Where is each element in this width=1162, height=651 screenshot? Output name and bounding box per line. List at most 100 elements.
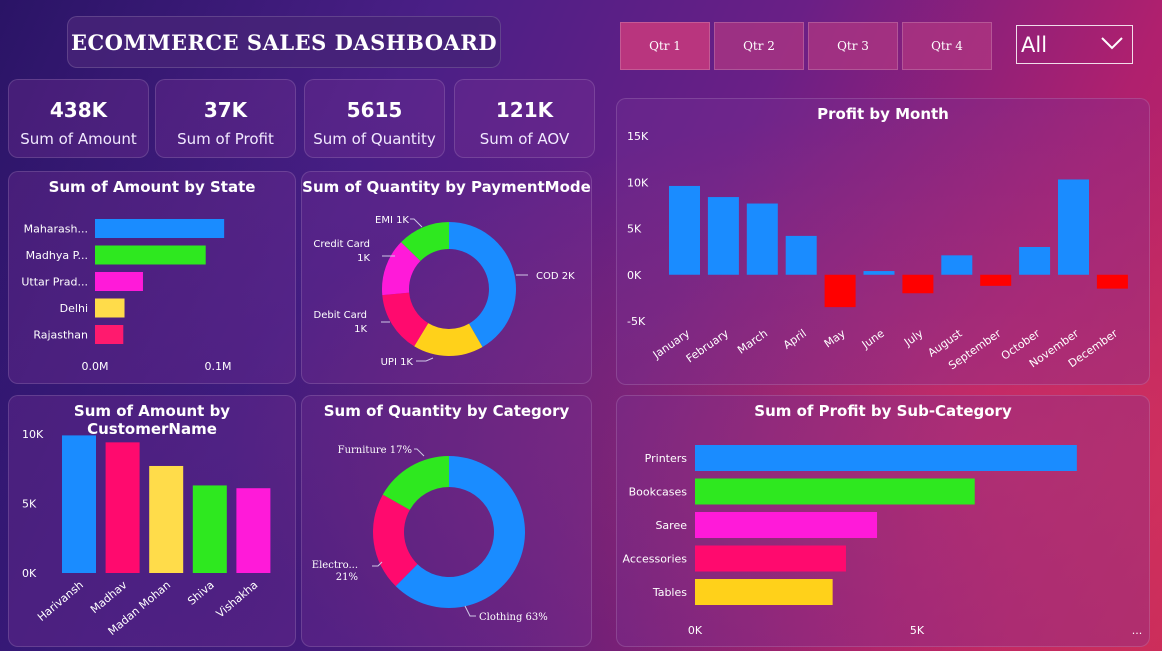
amount-by-state-chart: Maharash... Madhya P... Uttar Prad... Delhi… — [21, 219, 232, 373]
category-label: Saree — [655, 519, 687, 532]
bar-tables — [695, 579, 833, 605]
kpi-card-amount: 438K Sum of Amount — [8, 79, 149, 158]
category-label: Bookcases — [629, 486, 688, 499]
x-tick-label: February — [684, 327, 732, 366]
kpi-value: 121K — [495, 98, 554, 122]
bar-saree — [695, 512, 878, 538]
x-tick-label: April — [781, 327, 809, 352]
kpi-card-aov: 121K Sum of AOV — [454, 79, 595, 158]
x-tick-label: Shiva — [185, 578, 217, 607]
bar-january — [669, 185, 700, 275]
y-tick-label: 15K — [627, 130, 649, 143]
chevron-down-icon — [1101, 37, 1123, 50]
filter-dropdown[interactable]: All — [1016, 25, 1133, 64]
quantity-by-paymentmode-chart: COD 2K UPI 1K Debit Card 1K Credit Card 1K EMI… — [313, 215, 575, 368]
slice-label: Furniture 17% — [338, 445, 412, 456]
dashboard-title: ECOMMERCE SALES DASHBOARD — [67, 16, 501, 68]
bar-october — [1019, 247, 1051, 275]
x-tick-label: March — [735, 327, 770, 357]
slice-label: 1K — [354, 324, 367, 335]
slice-label: Electro... — [312, 560, 358, 571]
x-tick-label: May — [822, 327, 848, 351]
bar-july — [902, 274, 934, 294]
kpi-label: Sum of Quantity — [313, 130, 436, 148]
x-tick-label: July — [901, 327, 926, 350]
slice-label: 1K — [357, 253, 370, 264]
y-tick-label: 5K — [627, 223, 642, 236]
quantity-by-category-panel[interactable]: Sum of Quantity by Category Clothing 63%… — [301, 395, 592, 647]
category-label: Tables — [652, 586, 687, 599]
quantity-by-paymentmode-panel[interactable]: Sum of Quantity by PaymentMode COD 2K UPI… — [301, 171, 592, 384]
bar-april — [785, 235, 817, 275]
profit-by-month-panel[interactable]: Profit by Month 15K 10K 5K 0K -5K January Febr… — [616, 98, 1150, 385]
x-tick-label: June — [859, 327, 887, 352]
category-label: Rajasthan — [33, 329, 88, 342]
amount-by-state-panel[interactable]: Sum of Amount by State Maharash... Madhya… — [8, 171, 296, 384]
bar-1 — [95, 245, 206, 265]
slice-label: COD 2K — [536, 271, 575, 282]
bar-february — [707, 197, 739, 275]
y-tick-label: 10K — [22, 428, 44, 441]
bar-december — [1096, 274, 1128, 289]
category-label: Accessories — [623, 553, 688, 566]
x-tick-label: Vishakha — [214, 578, 261, 620]
bar-4 — [95, 325, 124, 344]
category-label: Maharash... — [24, 223, 88, 236]
bar-september — [980, 274, 1012, 286]
leader-line — [410, 218, 423, 228]
kpi-card-quantity: 5615 Sum of Quantity — [304, 79, 445, 158]
y-tick-label: -5K — [627, 315, 646, 328]
bar-3 — [95, 298, 125, 318]
bar-bookcases — [695, 478, 975, 505]
category-label: Uttar Prad... — [21, 276, 88, 289]
y-tick-label: 0K — [22, 567, 37, 580]
slicer-qtr-4[interactable]: Qtr 4 — [902, 22, 992, 70]
slice-label: Debit Card — [314, 310, 367, 321]
category-label: Madhya P... — [26, 249, 88, 262]
bar-1 — [105, 442, 140, 573]
bar-accessories — [695, 545, 846, 572]
y-tick-label: 0K — [627, 269, 642, 282]
slicer-qtr-3[interactable]: Qtr 3 — [808, 22, 898, 70]
kpi-card-profit: 37K Sum of Profit — [155, 79, 296, 158]
slice-label: Credit Card — [313, 239, 370, 250]
x-tick-label: 0K — [688, 624, 703, 637]
bar-may — [824, 274, 856, 308]
bar-2 — [95, 272, 143, 291]
x-tick-label: 5K — [910, 624, 925, 637]
x-tick-label: 0.1M — [205, 360, 232, 373]
amount-by-customername-chart: 10K5K0KHarivansh MadhavMadan Mohan ShivaVi… — [22, 428, 271, 638]
quantity-by-category-chart: Clothing 63% Electro...21% Furniture 17% — [312, 445, 548, 623]
dropdown-value: All — [1021, 32, 1048, 57]
kpi-value: 5615 — [346, 98, 403, 122]
slicer-qtr-2[interactable]: Qtr 2 — [714, 22, 804, 70]
category-label: Delhi — [60, 302, 88, 315]
kpi-value: 37K — [203, 98, 248, 122]
slice-label: Clothing 63% — [479, 612, 548, 623]
kpi-label: Sum of AOV — [479, 130, 570, 148]
slice-label: EMI 1K — [375, 215, 409, 226]
leader-line — [416, 357, 434, 362]
x-tick-label: Harivansh — [35, 578, 86, 624]
profit-by-month-chart: 15K10K5K0K-5KJanuaryFebruary March April Ma… — [627, 130, 1128, 372]
kpi-label: Sum of Profit — [177, 130, 274, 148]
bar-2 — [149, 465, 184, 573]
profit-by-subcategory-panel[interactable]: Sum of Profit by Sub-Category Printers Bo… — [616, 395, 1150, 647]
bar-0 — [95, 219, 225, 238]
x-tick-label: Madhav — [88, 578, 130, 616]
y-tick-label: 10K — [627, 176, 649, 189]
slice-label: UPI 1K — [381, 357, 414, 368]
slicer-qtr-1[interactable]: Qtr 1 — [620, 22, 710, 70]
leader-line — [414, 448, 425, 457]
amount-by-customername-panel[interactable]: Sum of Amount by CustomerName 10K 5K 0K Har… — [8, 395, 296, 647]
bar-june — [863, 271, 895, 275]
bar-march — [746, 203, 778, 275]
leader-line — [464, 605, 476, 617]
more-options-indicator: ... — [1132, 624, 1143, 637]
category-label: Printers — [645, 452, 688, 465]
slice-label: 21% — [336, 572, 358, 583]
bar-3 — [192, 485, 227, 573]
kpi-value: 438K — [49, 98, 108, 122]
y-tick-label: 5K — [22, 498, 37, 511]
bar-november — [1058, 179, 1089, 275]
